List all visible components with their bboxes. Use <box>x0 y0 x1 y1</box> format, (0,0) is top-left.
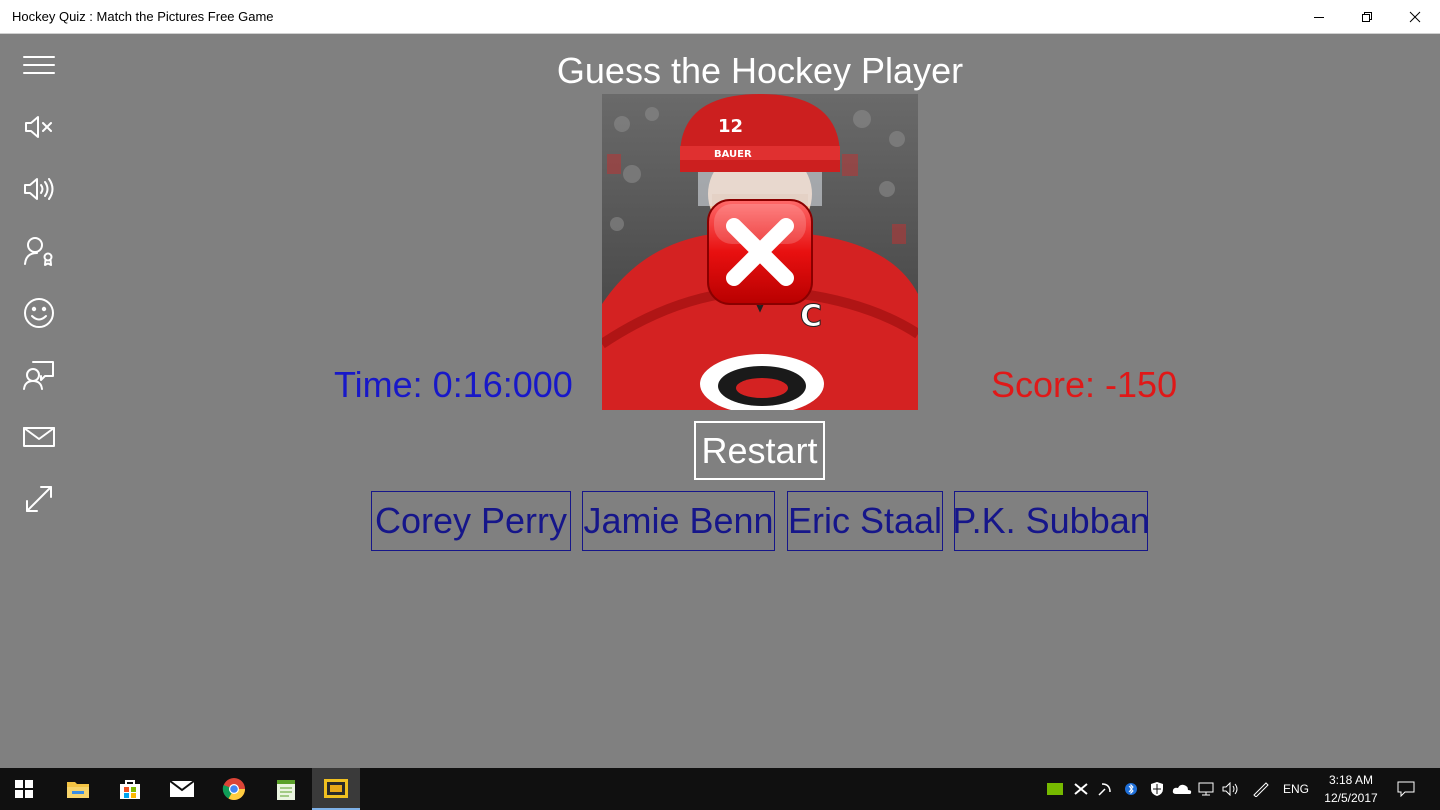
hockey-player-photo: C 12 BAUER <box>602 94 918 410</box>
store-icon <box>120 780 140 799</box>
sidebar <box>0 34 78 768</box>
window-title: Hockey Quiz : Match the Pictures Free Ga… <box>12 9 274 24</box>
close-button[interactable] <box>1392 0 1438 34</box>
rate-button[interactable] <box>16 290 62 336</box>
answer-option-2[interactable]: Jamie Benn <box>582 491 775 551</box>
answer-option-1[interactable]: Corey Perry <box>371 491 571 551</box>
volume-tray-icon[interactable] <box>1220 768 1242 810</box>
notepad-button[interactable] <box>262 768 310 810</box>
mute-button[interactable] <box>16 104 62 150</box>
notepad-icon <box>277 780 295 800</box>
clock-date: 12/5/2017 <box>1324 791 1378 805</box>
volume-icon <box>24 178 54 200</box>
mute-icon <box>25 116 52 138</box>
action-center-button[interactable] <box>1394 768 1418 810</box>
bluetooth-icon[interactable] <box>1120 768 1142 810</box>
minimize-button[interactable] <box>1296 0 1342 34</box>
answer-option-3[interactable]: Eric Staal <box>787 491 943 551</box>
file-explorer-button[interactable] <box>54 768 102 810</box>
clock-time: 3:18 AM <box>1328 773 1374 787</box>
onedrive-icon[interactable] <box>1170 768 1194 810</box>
email-button[interactable] <box>16 414 62 460</box>
language-indicator[interactable]: ENG <box>1278 768 1314 810</box>
restore-button[interactable] <box>1344 0 1390 34</box>
tray-app-icon[interactable] <box>1070 768 1092 810</box>
minimize-icon <box>1314 17 1324 18</box>
answer-option-4[interactable]: P.K. Subban <box>952 491 1150 551</box>
chrome-icon <box>222 778 245 800</box>
nvidia-tray-icon[interactable] <box>1044 768 1066 810</box>
restore-icon <box>1362 12 1372 22</box>
start-button[interactable] <box>0 768 48 810</box>
chrome-button[interactable] <box>210 768 258 810</box>
mail-app-button[interactable] <box>158 768 206 810</box>
feedback-icon <box>23 361 54 390</box>
hockey-quiz-icon <box>324 779 348 798</box>
score-display: Score: -150 <box>991 364 1178 405</box>
leaderboard-user-icon <box>24 237 53 266</box>
taskbar: ENG 3:18 AM 12/5/2017 <box>0 768 1440 810</box>
fullscreen-button[interactable] <box>16 476 62 522</box>
mail-icon <box>169 780 195 797</box>
svg-text:C: C <box>800 299 822 334</box>
smiley-icon <box>24 298 54 328</box>
notifications-icon <box>1397 781 1415 797</box>
network-icon[interactable] <box>1196 768 1218 810</box>
hockey-quiz-taskbar-button[interactable] <box>312 768 360 810</box>
pen-ink-icon[interactable] <box>1250 768 1272 810</box>
timer-display: Time: 0:16:000 <box>334 364 573 405</box>
page-title: Guess the Hockey Player <box>556 50 964 91</box>
app-area: Guess the Hockey Player C 12 BAUER Time:… <box>0 34 1440 768</box>
store-button[interactable] <box>106 768 154 810</box>
security-shield-icon[interactable] <box>1146 768 1168 810</box>
satellite-tray-icon[interactable] <box>1094 768 1116 810</box>
svg-text:12: 12 <box>718 116 743 137</box>
svg-text:BAUER: BAUER <box>714 149 752 160</box>
sound-button[interactable] <box>16 166 62 212</box>
window-titlebar: Hockey Quiz : Match the Pictures Free Ga… <box>0 0 1440 34</box>
feedback-button[interactable] <box>16 352 62 398</box>
taskbar-clock[interactable]: 3:18 AM 12/5/2017 <box>1316 771 1386 807</box>
fullscreen-icon <box>26 486 52 512</box>
close-icon <box>1409 11 1421 23</box>
leaderboard-button[interactable] <box>16 228 62 274</box>
restart-button[interactable]: Restart <box>694 421 825 480</box>
file-explorer-icon <box>67 782 89 798</box>
mail-icon <box>23 427 55 447</box>
start-icon <box>15 780 33 798</box>
